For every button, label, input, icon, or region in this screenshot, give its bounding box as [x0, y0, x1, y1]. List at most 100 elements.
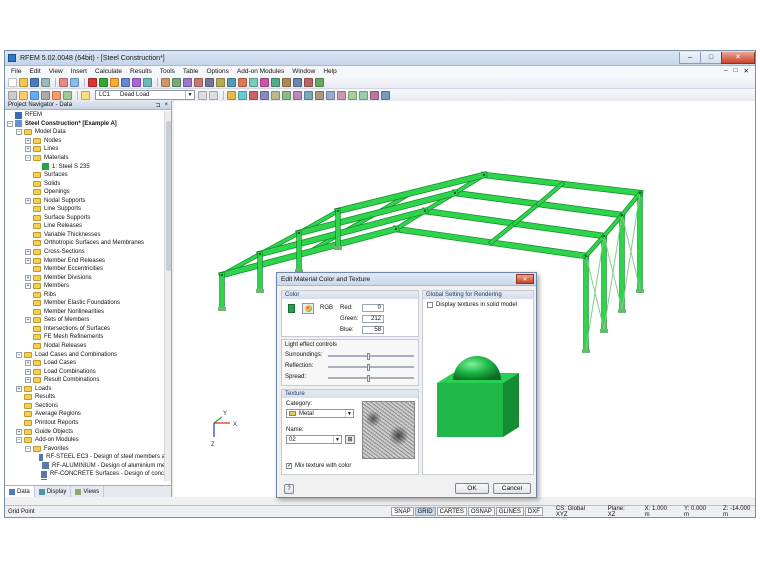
- expand-icon[interactable]: +: [25, 274, 31, 281]
- results-icon[interactable]: [99, 77, 108, 87]
- texture-library-button[interactable]: ⊞: [345, 435, 355, 444]
- tree-item[interactable]: Average Regions: [5, 410, 171, 419]
- surface-results-icon[interactable]: [348, 90, 357, 100]
- tree-item[interactable]: + Member End Releases: [5, 256, 171, 265]
- osnap-toggle[interactable]: OSNAP: [467, 507, 495, 516]
- surface-icon[interactable]: [205, 77, 214, 87]
- tree-item[interactable]: Variable Thicknesses: [5, 231, 171, 240]
- rafter[interactable]: [218, 225, 400, 279]
- category-select[interactable]: Metal ▼: [286, 409, 354, 418]
- tree-item[interactable]: + Result Combinations: [5, 376, 171, 385]
- redo-icon[interactable]: [70, 77, 79, 87]
- new-file-icon[interactable]: [8, 77, 17, 87]
- menu-calculate[interactable]: Calculate: [91, 68, 126, 75]
- panel-icon[interactable]: [315, 90, 324, 100]
- support[interactable]: [600, 329, 608, 333]
- support[interactable]: [618, 309, 626, 313]
- node[interactable]: [638, 191, 642, 195]
- tree-item[interactable]: + Member Divisions: [5, 273, 171, 282]
- expand-icon[interactable]: +: [16, 428, 22, 435]
- cartes-toggle[interactable]: CARTES: [436, 507, 467, 516]
- loads-icon[interactable]: [227, 90, 236, 100]
- color-icon[interactable]: [52, 90, 61, 100]
- isolines-icon[interactable]: [282, 90, 291, 100]
- tree-item[interactable]: Results: [5, 393, 171, 402]
- tree-item[interactable]: RFEM: [5, 111, 171, 120]
- next-loadcase-icon[interactable]: [209, 90, 218, 100]
- node[interactable]: [620, 213, 624, 217]
- mdi-minimize-button[interactable]: –: [724, 67, 728, 75]
- tree-item[interactable]: Surface Supports: [5, 214, 171, 223]
- member-icon[interactable]: [161, 77, 170, 87]
- support[interactable]: [256, 289, 264, 293]
- red-input[interactable]: 0: [362, 304, 384, 312]
- chevron-down-icon[interactable]: ▼: [333, 436, 341, 443]
- tree-item[interactable]: Printout Reports: [5, 419, 171, 428]
- display-textures-checkbox[interactable]: [427, 302, 433, 308]
- tab-data[interactable]: Data: [5, 486, 35, 497]
- support[interactable]: [582, 349, 590, 353]
- deformation-icon[interactable]: [238, 90, 247, 100]
- spread-slider-knob[interactable]: [367, 375, 370, 382]
- expand-icon[interactable]: +: [25, 146, 31, 153]
- close-icon[interactable]: ×: [164, 102, 168, 109]
- top-view-icon[interactable]: [271, 77, 280, 87]
- tree-item[interactable]: − Favorites: [5, 444, 171, 453]
- tree-item[interactable]: Member Elastic Foundations: [5, 299, 171, 308]
- tree-item[interactable]: 1: Steel S 235: [5, 162, 171, 171]
- expand-icon[interactable]: +: [25, 360, 31, 367]
- smooth-icon[interactable]: [337, 90, 346, 100]
- chevron-down-icon[interactable]: ▼: [185, 91, 194, 99]
- previous-loadcase-icon[interactable]: [198, 90, 207, 100]
- tree-item[interactable]: Member Nonlinearities: [5, 308, 171, 317]
- scrollbar-thumb[interactable]: [166, 121, 171, 271]
- values-icon[interactable]: [271, 90, 280, 100]
- scale-icon[interactable]: [326, 90, 335, 100]
- expand-icon[interactable]: +: [16, 385, 22, 392]
- mdi-restore-button[interactable]: □: [734, 67, 738, 75]
- tree-item[interactable]: + Loads: [5, 385, 171, 394]
- tree-item[interactable]: Line Supports: [5, 205, 171, 214]
- tree-item[interactable]: FE Mesh Refinements: [5, 333, 171, 342]
- maximize-button[interactable]: □: [700, 51, 722, 64]
- tab-display[interactable]: Display: [35, 486, 72, 497]
- node[interactable]: [258, 252, 262, 256]
- dxf-toggle[interactable]: DXF: [524, 507, 543, 516]
- loadcase-select[interactable]: LC1 Dead Load ▼: [95, 90, 195, 100]
- select-icon[interactable]: [132, 77, 141, 87]
- show-all-icon[interactable]: [293, 77, 302, 87]
- tree-item[interactable]: Surfaces: [5, 171, 171, 180]
- forces-icon[interactable]: [249, 90, 258, 100]
- purlin[interactable]: [488, 221, 517, 245]
- navigator-icon[interactable]: [8, 90, 17, 100]
- node[interactable]: [423, 209, 427, 213]
- expand-icon[interactable]: +: [25, 137, 31, 144]
- pin-icon[interactable]: ⊐: [155, 102, 160, 109]
- collapse-icon[interactable]: −: [16, 351, 22, 358]
- tree-item[interactable]: RF-STEEL EC3 - Design of steel members a…: [5, 453, 171, 462]
- menu-add-on-modules[interactable]: Add-on Modules: [233, 68, 288, 75]
- menu-results[interactable]: Results: [126, 68, 156, 75]
- chevron-down-icon[interactable]: ▼: [345, 410, 353, 417]
- tree-item[interactable]: RF-CONCRETE Surfaces - Design of concret: [5, 470, 171, 479]
- animation-icon[interactable]: [260, 90, 269, 100]
- tree-item[interactable]: Line Releases: [5, 222, 171, 231]
- expand-icon[interactable]: +: [25, 368, 31, 375]
- dialog-close-button[interactable]: ✕: [516, 274, 534, 284]
- extremes-icon[interactable]: [304, 90, 313, 100]
- save-icon[interactable]: [30, 77, 39, 87]
- member-results-icon[interactable]: [359, 90, 368, 100]
- menu-insert[interactable]: Insert: [67, 68, 91, 75]
- tab-views[interactable]: Views: [71, 486, 105, 497]
- support[interactable]: [334, 246, 342, 250]
- tree-item[interactable]: − Materials: [5, 154, 171, 163]
- ok-button[interactable]: OK: [455, 483, 489, 494]
- result-diagrams-icon[interactable]: [381, 90, 390, 100]
- collapse-icon[interactable]: −: [16, 129, 22, 136]
- grid-icon[interactable]: [315, 77, 324, 87]
- loadcase-icon[interactable]: [81, 90, 90, 100]
- expand-icon[interactable]: +: [25, 317, 31, 324]
- tree-item[interactable]: + Guide Objects: [5, 427, 171, 436]
- tree-item[interactable]: Ribs: [5, 290, 171, 299]
- menu-edit[interactable]: Edit: [25, 68, 44, 75]
